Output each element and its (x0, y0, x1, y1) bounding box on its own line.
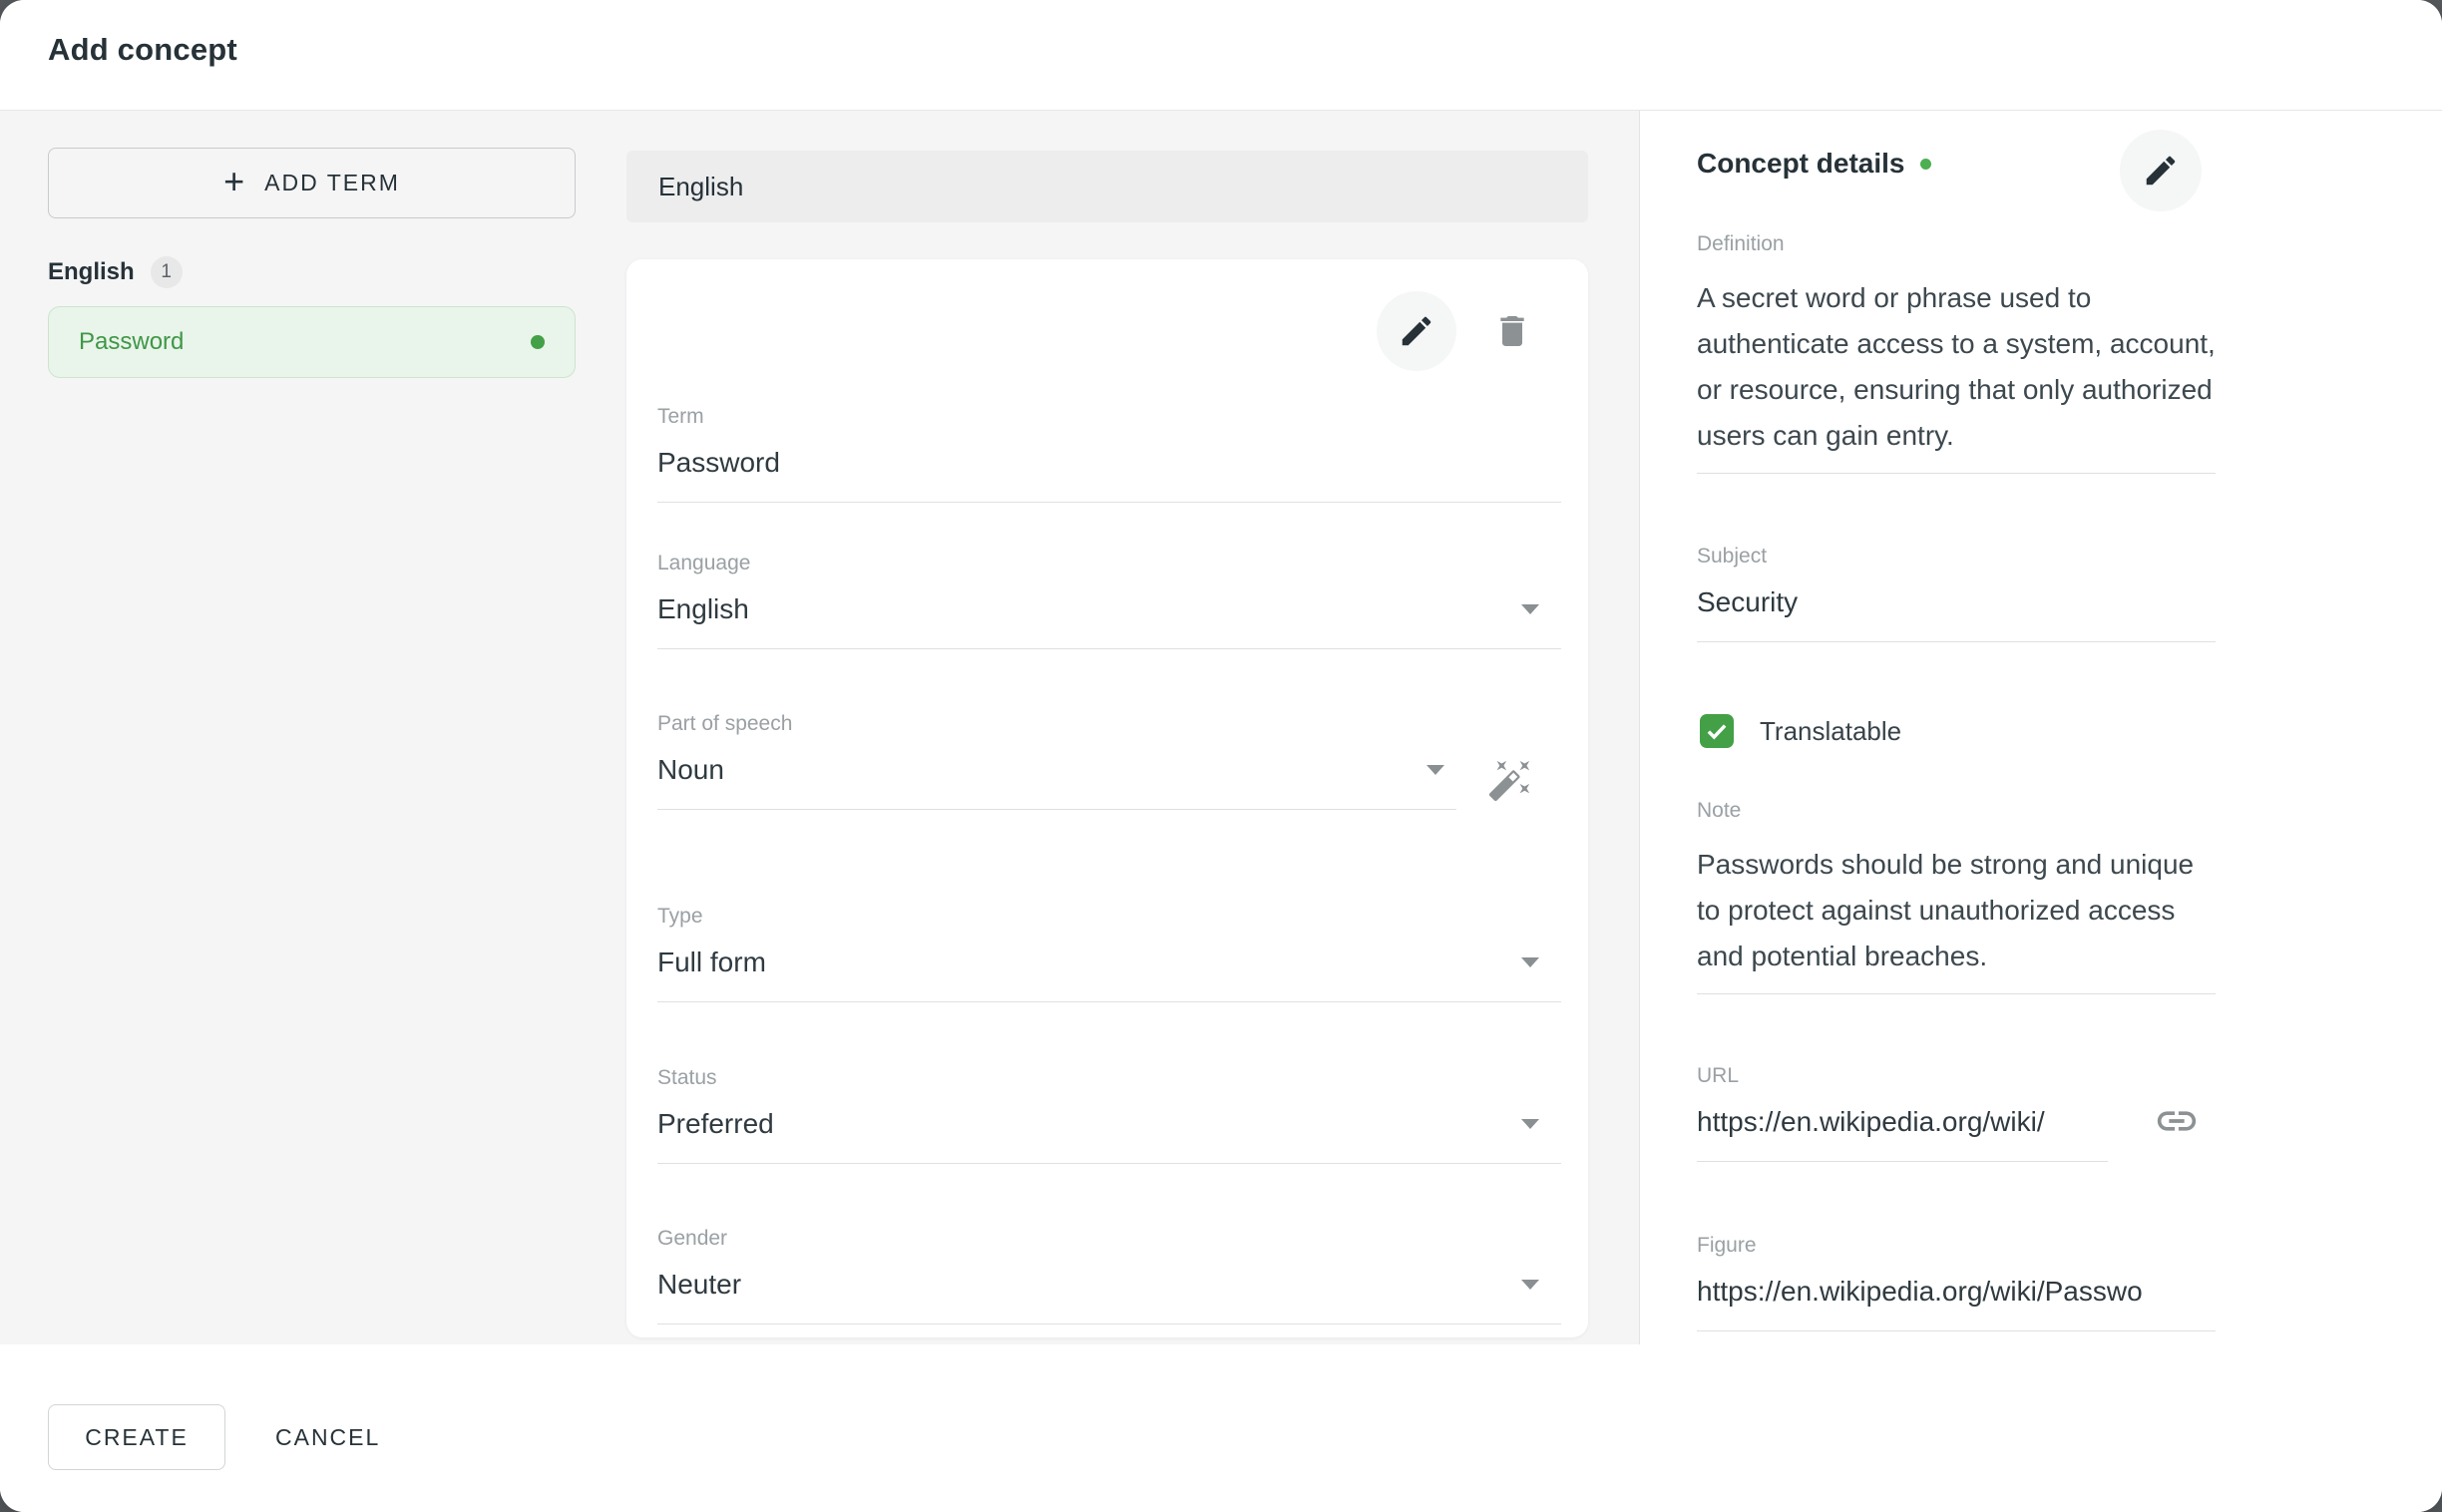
checkmark-icon (1704, 718, 1730, 744)
definition-field-underline (1697, 473, 2216, 474)
concept-status-green-dot-icon (1920, 159, 1931, 170)
term-field: Term Password (657, 404, 1561, 503)
term-field-label: Term (657, 404, 1561, 430)
chevron-down-icon[interactable] (1521, 1119, 1539, 1129)
editor-language-header: English (626, 151, 1588, 222)
add-term-button[interactable]: + ADD TERM (48, 148, 576, 218)
part-of-speech-field-label: Part of speech (657, 711, 1456, 737)
chevron-down-icon[interactable] (1521, 957, 1539, 967)
term-item-label: Password (79, 328, 531, 356)
edit-concept-details-button[interactable] (2120, 130, 2202, 211)
cancel-button[interactable]: CANCEL (249, 1404, 406, 1470)
figure-field-label: Figure (1697, 1233, 2216, 1259)
dialog-header: Add concept (0, 0, 2442, 111)
link-icon (2154, 1098, 2200, 1144)
pencil-icon (1398, 312, 1435, 350)
edit-term-button[interactable] (1377, 291, 1456, 371)
part-of-speech-field: Part of speech Noun (657, 711, 1456, 810)
language-group-header: English 1 (48, 256, 183, 288)
term-list-item-password[interactable]: Password (48, 306, 576, 378)
figure-field-underline (1697, 1330, 2216, 1331)
editor-language-header-label: English (658, 172, 743, 202)
part-of-speech-select[interactable]: Noun (657, 753, 1456, 787)
type-select[interactable]: Full form (657, 945, 1561, 979)
pencil-icon (2142, 152, 2180, 189)
term-field-underline (657, 502, 1561, 503)
url-field-label: URL (1697, 1063, 2216, 1089)
term-status-green-dot-icon (531, 335, 545, 349)
term-editor-card: Term Password Language English Part of s… (626, 259, 1588, 1337)
chevron-down-icon[interactable] (1521, 604, 1539, 614)
type-field-underline (657, 1001, 1561, 1002)
status-field-underline (657, 1163, 1561, 1164)
term-count-badge: 1 (151, 256, 183, 288)
definition-field: Definition A secret word or phrase used … (1697, 231, 2216, 474)
note-field: Note Passwords should be strong and uniq… (1697, 798, 2216, 994)
concept-details-header: Concept details (1697, 148, 1931, 180)
definition-field-label: Definition (1697, 231, 2216, 257)
magic-wand-icon (1487, 757, 1533, 803)
type-field-label: Type (657, 904, 1561, 930)
gender-field: Gender Neuter (657, 1226, 1561, 1324)
url-input[interactable]: https://en.wikipedia.org/wiki/ (1697, 1105, 2216, 1139)
trash-icon (1492, 311, 1532, 351)
language-field-underline (657, 648, 1561, 649)
language-field: Language English (657, 551, 1561, 649)
concept-details-title: Concept details (1697, 148, 1904, 180)
concept-details-panel: Concept details Definition A secret word… (1639, 111, 2442, 1344)
url-field-underline (1697, 1161, 2108, 1162)
translatable-label: Translatable (1760, 716, 1901, 747)
definition-input[interactable]: A secret word or phrase used to authenti… (1697, 275, 2216, 459)
language-select[interactable]: English (657, 592, 1561, 626)
gender-select[interactable]: Neuter (657, 1268, 1561, 1302)
language-group-name: English (48, 258, 135, 286)
add-term-label: ADD TERM (264, 170, 400, 196)
status-field: Status Preferred (657, 1065, 1561, 1164)
language-field-label: Language (657, 551, 1561, 576)
note-field-label: Note (1697, 798, 2216, 824)
gender-field-label: Gender (657, 1226, 1561, 1252)
screen: Add concept + ADD TERM English 1 Passwor… (0, 0, 2442, 1512)
open-url-link-button[interactable] (2152, 1096, 2202, 1146)
note-input[interactable]: Passwords should be strong and unique to… (1697, 842, 2216, 979)
subject-field-underline (1697, 641, 2216, 642)
translatable-checkbox[interactable] (1700, 714, 1734, 748)
chevron-down-icon[interactable] (1521, 1280, 1539, 1290)
add-concept-dialog: Add concept + ADD TERM English 1 Passwor… (0, 0, 2442, 1512)
page-title: Add concept (48, 32, 237, 68)
term-input[interactable]: Password (657, 446, 1561, 480)
translatable-checkbox-row: Translatable (1700, 714, 1901, 748)
dialog-content: + ADD TERM English 1 Password English (0, 111, 2442, 1344)
gender-field-underline (657, 1323, 1561, 1324)
subject-field-label: Subject (1697, 544, 2216, 569)
chevron-down-icon[interactable] (1426, 765, 1444, 775)
status-select[interactable]: Preferred (657, 1107, 1561, 1141)
subject-input[interactable]: Security (1697, 585, 2216, 619)
url-field: URL https://en.wikipedia.org/wiki/ (1697, 1063, 2216, 1162)
figure-field: Figure https://en.wikipedia.org/wiki/Pas… (1697, 1233, 2216, 1331)
create-button[interactable]: CREATE (48, 1404, 225, 1470)
part-of-speech-field-underline (657, 809, 1456, 810)
dialog-footer: CREATE CANCEL (0, 1344, 2442, 1512)
auto-fill-part-of-speech-button[interactable] (1486, 756, 1534, 804)
subject-field: Subject Security (1697, 544, 2216, 642)
figure-input[interactable]: https://en.wikipedia.org/wiki/Passwo (1697, 1275, 2216, 1309)
plus-icon: + (223, 164, 246, 199)
note-field-underline (1697, 993, 2216, 994)
type-field: Type Full form (657, 904, 1561, 1002)
delete-term-button[interactable] (1488, 307, 1536, 355)
status-field-label: Status (657, 1065, 1561, 1091)
